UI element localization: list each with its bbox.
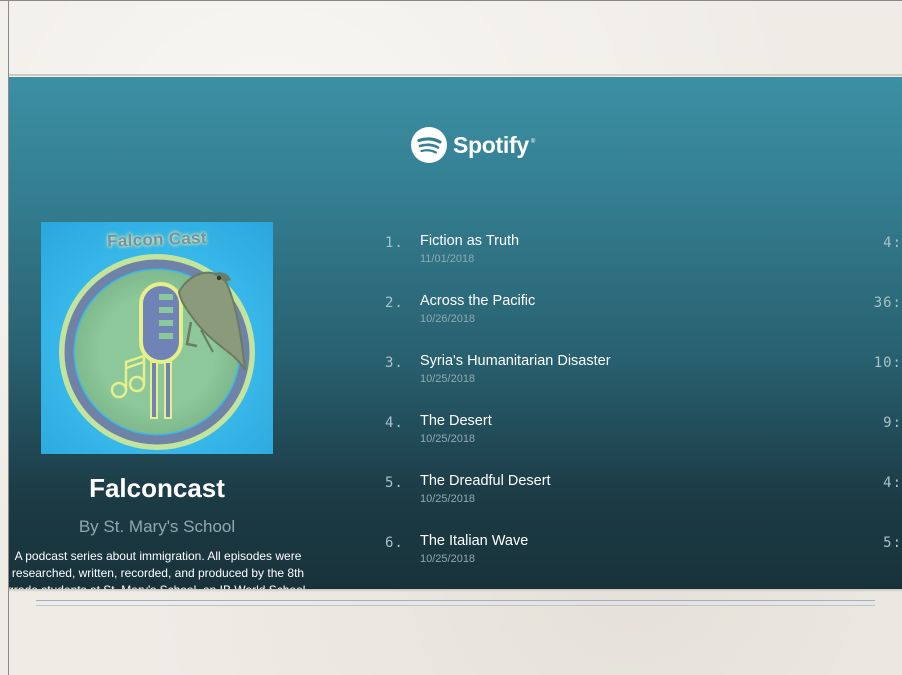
slide-top-rule <box>9 74 902 76</box>
embed-bottom-shadow <box>9 589 902 592</box>
episode-number: 6. <box>385 535 404 551</box>
episode-number: 4. <box>385 415 404 431</box>
episode-title[interactable]: The Italian Wave <box>420 533 528 549</box>
episode-number: 2. <box>385 295 404 311</box>
registered-mark: ® <box>530 139 536 145</box>
episode-title[interactable]: The Dreadful Desert <box>420 473 551 489</box>
episode-title[interactable]: Across the Pacific <box>420 293 535 309</box>
spotify-icon <box>411 127 447 163</box>
spotify-logo[interactable]: Spotify ® <box>411 127 535 163</box>
slide-border-top <box>0 0 902 1</box>
episode-duration: 4: <box>883 475 902 491</box>
episode-date: 10/25/2018 <box>420 433 476 445</box>
episode-row[interactable]: 6. The Italian Wave 10/25/2018 5: <box>385 533 902 573</box>
episode-number: 1. <box>385 235 404 251</box>
episode-duration: 36: <box>873 295 902 311</box>
episode-row[interactable]: 4. The Desert 10/25/2018 9: <box>385 413 902 453</box>
show-description: A podcast series about immigration. All … <box>9 549 309 589</box>
episode-date: 11/01/2018 <box>420 253 475 265</box>
show-author[interactable]: By St. Mary's School <box>9 517 305 537</box>
episode-duration: 9: <box>883 415 902 431</box>
podcast-cover-art[interactable]: Falcon Cast <box>41 222 273 454</box>
episode-number: 3. <box>385 355 404 371</box>
spotify-wordmark: Spotify <box>453 131 529 158</box>
episode-duration: 4: <box>883 235 902 251</box>
episode-duration: 5: <box>883 535 902 551</box>
slide-bottom-rule <box>36 600 875 601</box>
episode-duration: 10: <box>873 355 902 371</box>
episode-date: 10/26/2018 <box>420 313 476 325</box>
spotify-embed-player[interactable]: Spotify ® Falcon Cast Falconcast By St. … <box>9 77 902 589</box>
episode-row[interactable]: 3. Syria's Humanitarian Disaster 10/25/2… <box>385 353 902 393</box>
slide-bottom-rule-secondary <box>36 605 875 606</box>
episode-date: 10/25/2018 <box>420 493 476 505</box>
episode-row[interactable]: 1. Fiction as Truth 11/01/2018 4: <box>385 233 902 273</box>
episode-title[interactable]: Fiction as Truth <box>420 233 519 249</box>
show-title[interactable]: Falconcast <box>9 473 305 504</box>
episode-row[interactable]: 2. Across the Pacific 10/26/2018 36: <box>385 293 902 333</box>
episode-title[interactable]: The Desert <box>420 413 492 429</box>
episode-date: 10/25/2018 <box>420 373 476 385</box>
episode-number: 5. <box>385 475 404 491</box>
episode-title[interactable]: Syria's Humanitarian Disaster <box>420 353 611 369</box>
episode-row[interactable]: 5. The Dreadful Desert 10/25/2018 4: <box>385 473 902 513</box>
episode-date: 10/25/2018 <box>420 553 476 565</box>
